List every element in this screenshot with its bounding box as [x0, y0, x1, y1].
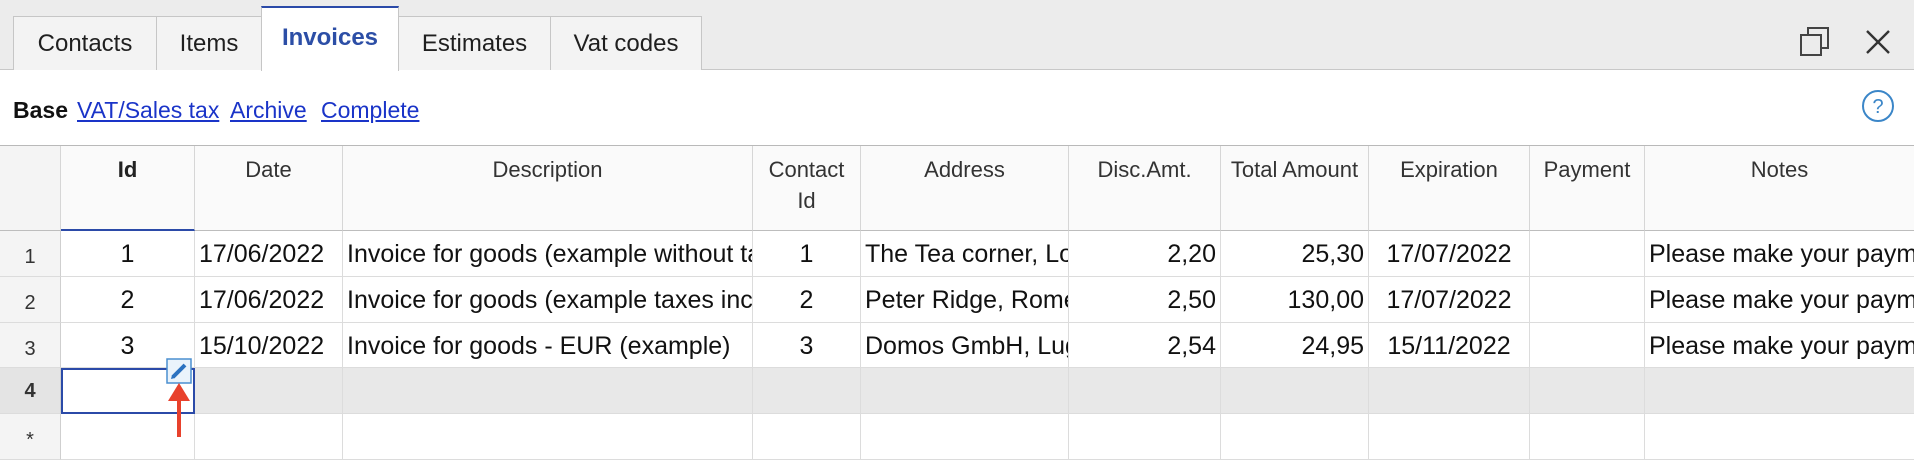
cell-payment[interactable] — [1530, 368, 1645, 414]
cell-total-amount[interactable]: 25,30 — [1221, 231, 1369, 277]
cell-disc-amt[interactable]: 2,54 — [1069, 323, 1221, 368]
cell-notes[interactable]: Please make your payment — [1645, 323, 1914, 368]
cell-disc-amt[interactable] — [1069, 368, 1221, 414]
row-header-new[interactable]: 4 — [0, 368, 61, 414]
column-header-address[interactable]: Address — [861, 146, 1069, 231]
cell-date[interactable]: 17/06/2022 — [195, 231, 343, 277]
tab-estimates[interactable]: Estimates — [398, 16, 551, 70]
cell-total-amount[interactable] — [1221, 368, 1369, 414]
view-link-archive[interactable]: Archive — [230, 97, 307, 124]
cell-date[interactable]: 15/10/2022 — [195, 323, 343, 368]
column-header-date[interactable]: Date — [195, 146, 343, 231]
cell-total-amount[interactable] — [1221, 414, 1369, 460]
cell-expiration[interactable] — [1369, 368, 1530, 414]
cell-expiration[interactable] — [1369, 414, 1530, 460]
cell-description[interactable] — [343, 414, 753, 460]
row-header[interactable]: 3 — [0, 323, 61, 368]
red-arrow-indicator — [166, 379, 192, 439]
corner-cell — [0, 146, 61, 231]
view-link-complete[interactable]: Complete — [321, 97, 419, 124]
column-header-total-amount[interactable]: Total Amount — [1221, 146, 1369, 231]
help-circle-icon[interactable]: ? — [1861, 89, 1895, 123]
column-header-expiration[interactable]: Expiration — [1369, 146, 1530, 231]
cell-payment[interactable] — [1530, 414, 1645, 460]
cell-contact-id[interactable] — [753, 414, 861, 460]
cell-date[interactable] — [195, 414, 343, 460]
cell-notes[interactable]: Please make your payment — [1645, 277, 1914, 323]
cell-total-amount[interactable]: 24,95 — [1221, 323, 1369, 368]
cell-disc-amt[interactable]: 2,50 — [1069, 277, 1221, 323]
column-header-id[interactable]: Id — [61, 146, 195, 231]
cell-address[interactable] — [861, 368, 1069, 414]
cell-date[interactable]: 17/06/2022 — [195, 277, 343, 323]
tab-contacts[interactable]: Contacts — [13, 16, 157, 70]
cell-expiration[interactable]: 17/07/2022 — [1369, 277, 1530, 323]
view-link-vat-sales-tax[interactable]: VAT/Sales tax — [77, 97, 219, 124]
cell-address[interactable] — [861, 414, 1069, 460]
tab-bar: Contacts Items Invoices Estimates Vat co… — [0, 0, 1914, 71]
cell-payment[interactable] — [1530, 323, 1645, 368]
tab-items[interactable]: Items — [156, 16, 262, 70]
cell-contact-id[interactable]: 1 — [753, 231, 861, 277]
cell-expiration[interactable]: 17/07/2022 — [1369, 231, 1530, 277]
close-icon[interactable] — [1858, 22, 1898, 62]
cell-disc-amt[interactable]: 2,20 — [1069, 231, 1221, 277]
restore-window-icon[interactable] — [1795, 22, 1835, 62]
svg-text:?: ? — [1872, 96, 1883, 118]
cell-total-amount[interactable]: 130,00 — [1221, 277, 1369, 323]
cell-description[interactable]: Invoice for goods (example taxes include… — [343, 277, 753, 323]
column-header-description[interactable]: Description — [343, 146, 753, 231]
tab-invoices[interactable]: Invoices — [261, 6, 399, 71]
cell-contact-id[interactable]: 2 — [753, 277, 861, 323]
cell-payment[interactable] — [1530, 231, 1645, 277]
view-selector-bar: Base VAT/Sales tax Archive Complete ? — [0, 71, 1914, 145]
cell-payment[interactable] — [1530, 277, 1645, 323]
cell-notes[interactable] — [1645, 414, 1914, 460]
tab-vat-codes[interactable]: Vat codes — [550, 16, 702, 70]
invoices-table: Id Date Description Contact Id Address D… — [0, 145, 1914, 466]
cell-notes[interactable] — [1645, 368, 1914, 414]
row-header-append[interactable]: * — [0, 414, 61, 460]
cell-description[interactable] — [343, 368, 753, 414]
column-header-notes[interactable]: Notes — [1645, 146, 1914, 231]
cell-id[interactable]: 1 — [61, 231, 195, 277]
cell-id[interactable]: 2 — [61, 277, 195, 323]
cell-description[interactable]: Invoice for goods - EUR (example) — [343, 323, 753, 368]
row-header[interactable]: 1 — [0, 231, 61, 277]
cell-description[interactable]: Invoice for goods (example without taxes… — [343, 231, 753, 277]
cell-address[interactable]: The Tea corner, London — [861, 231, 1069, 277]
cell-address[interactable]: Peter Ridge, Rome — [861, 277, 1069, 323]
cell-address[interactable]: Domos GmbH, Lugano — [861, 323, 1069, 368]
cell-disc-amt[interactable] — [1069, 414, 1221, 460]
cell-notes[interactable]: Please make your payment — [1645, 231, 1914, 277]
cell-contact-id[interactable] — [753, 368, 861, 414]
cell-date[interactable] — [195, 368, 343, 414]
column-header-contact-id[interactable]: Contact Id — [753, 146, 861, 231]
cell-contact-id[interactable]: 3 — [753, 323, 861, 368]
column-header-payment[interactable]: Payment — [1530, 146, 1645, 231]
cell-expiration[interactable]: 15/11/2022 — [1369, 323, 1530, 368]
row-header[interactable]: 2 — [0, 277, 61, 323]
view-base-label[interactable]: Base — [13, 97, 68, 124]
column-header-disc-amt[interactable]: Disc.Amt. — [1069, 146, 1221, 231]
